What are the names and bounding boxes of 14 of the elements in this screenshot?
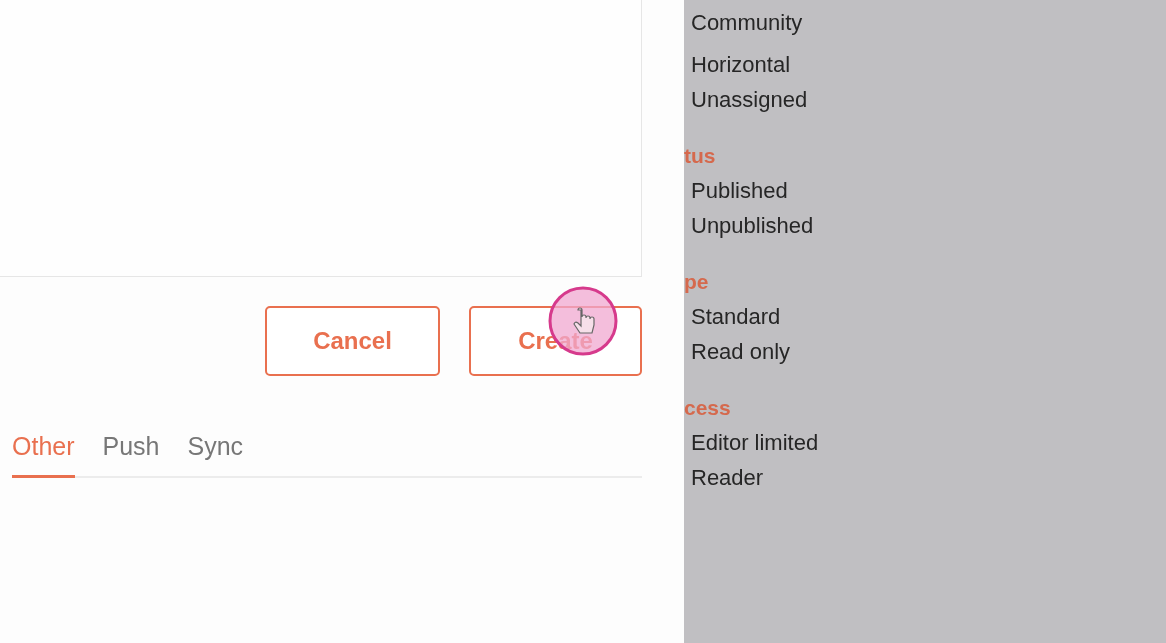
filter-option[interactable]: Published	[684, 173, 1166, 208]
tab[interactable]: Push	[102, 428, 160, 478]
filter-option[interactable]: Unpublished	[684, 208, 1166, 243]
filter-option[interactable]: Unassigned	[684, 82, 1166, 117]
tab[interactable]: Sync	[187, 428, 244, 478]
section-heading: pe	[684, 269, 710, 295]
filter-option[interactable]: Community	[684, 5, 1166, 40]
filter-option[interactable]: Editor limited	[684, 425, 1166, 460]
filter-option[interactable]: Horizontal	[684, 47, 1166, 82]
section-heading: cess	[684, 395, 732, 421]
section-heading: tus	[684, 143, 717, 169]
filter-option[interactable]: Standard	[684, 299, 1166, 334]
filter-option[interactable]: Reader	[684, 460, 1166, 495]
filter-option[interactable]: Read only	[684, 334, 1166, 369]
